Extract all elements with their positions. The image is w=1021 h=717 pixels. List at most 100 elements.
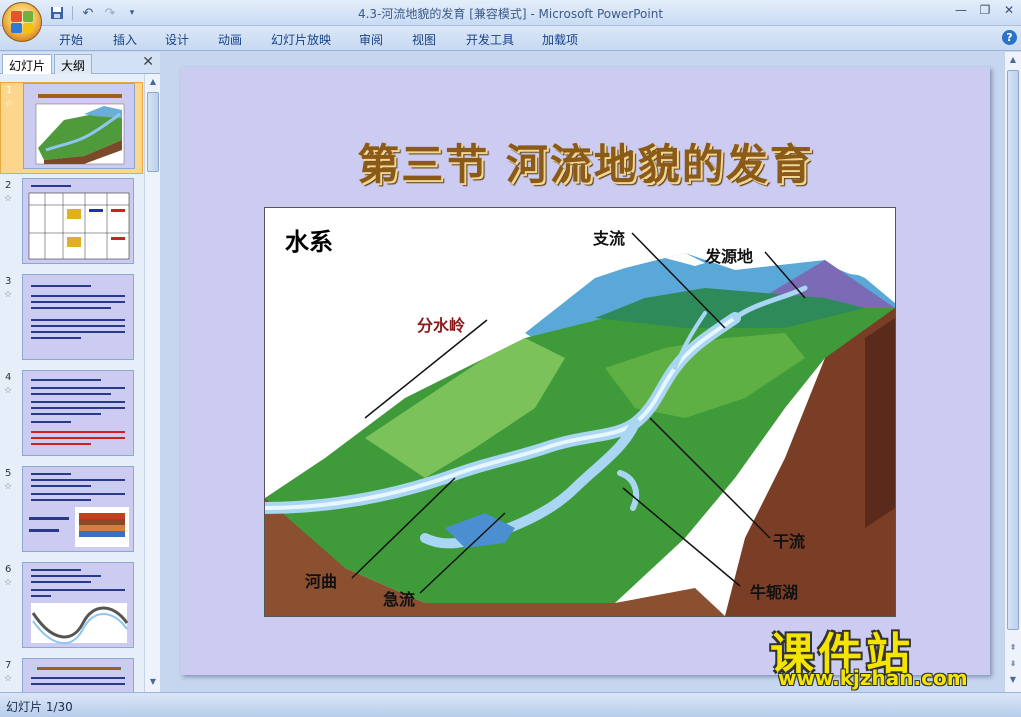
close-icon[interactable]: ✕ xyxy=(142,54,154,70)
animation-star-icon: ☆ xyxy=(4,482,13,492)
slide-thumbnail-7[interactable]: 7 ☆ xyxy=(0,658,143,692)
slide-thumbnail-5[interactable]: 5 ☆ xyxy=(0,466,143,558)
tab-review[interactable]: 审阅 xyxy=(359,31,383,48)
editor-scrollbar[interactable]: ▲ ⇞ ⇟ ▼ xyxy=(1004,52,1021,692)
ribbon-tabs: 开始 插入 设计 动画 幻灯片放映 审阅 视图 开发工具 加载项 ? xyxy=(0,26,1021,51)
tab-slides[interactable]: 幻灯片 xyxy=(2,54,53,74)
next-slide-icon[interactable]: ⇟ xyxy=(1007,658,1019,670)
animation-star-icon: ☆ xyxy=(4,578,13,588)
scrollbar-thumb[interactable] xyxy=(1007,70,1019,630)
thumb-text-line xyxy=(31,301,125,303)
scroll-down-icon[interactable]: ▼ xyxy=(1007,674,1019,686)
thumbnail-preview xyxy=(23,83,135,169)
label-source: 发源地 xyxy=(705,247,754,266)
animation-star-icon: ☆ xyxy=(4,194,13,204)
thumb-landscape-image xyxy=(35,103,125,165)
thumb-text-line xyxy=(31,437,125,439)
river-landscape-illustration xyxy=(265,232,895,616)
thumb-text-line xyxy=(31,387,125,389)
tab-addins[interactable]: 加载项 xyxy=(542,31,578,48)
watermark-url: www.kjzhan.com xyxy=(778,666,968,690)
tab-animation[interactable]: 动画 xyxy=(218,31,242,48)
thumbnail-list: 1 ☆ 2 ☆ 3 ☆ 4 ☆ 5 ☆ 6 ☆ 7 ☆ xyxy=(0,74,143,692)
tab-slideshow[interactable]: 幻灯片放映 xyxy=(271,31,331,48)
thumbnail-preview xyxy=(22,562,134,648)
window-controls: — ❐ ✕ xyxy=(949,0,1021,20)
thumb-text-line xyxy=(31,331,125,333)
thumb-text-line xyxy=(31,285,91,287)
thumb-title-bar xyxy=(37,667,121,670)
thumbnail-scrollbar[interactable]: ▲ ▼ xyxy=(144,74,160,692)
river-system-figure[interactable]: 水系 支流 发源地 分水岭 干流 河曲 急流 牛轭湖 xyxy=(264,207,896,617)
label-mainstream: 干流 xyxy=(773,532,806,551)
animation-star-icon: ☆ xyxy=(4,386,13,396)
minimize-icon[interactable]: — xyxy=(949,0,973,20)
slide-thumbnail-6[interactable]: 6 ☆ xyxy=(0,562,143,654)
scrollbar-thumb[interactable] xyxy=(147,92,159,172)
label-tributary: 支流 xyxy=(593,229,626,248)
tab-view[interactable]: 视图 xyxy=(412,31,436,48)
slide-editor: 第三节 河流地貌的发育 水系 支流 发源地 分水岭 干流 河曲 急流 牛轭湖 xyxy=(162,52,1004,692)
close-icon[interactable]: ✕ xyxy=(997,0,1021,20)
label-watershed: 分水岭 xyxy=(417,316,466,335)
thumbnail-preview xyxy=(22,178,134,264)
slide-number: 3 xyxy=(5,276,12,287)
tab-design[interactable]: 设计 xyxy=(165,31,189,48)
title-bar: ↶ ↷ ▾ 4.3-河流地貌的发育 [兼容模式] - Microsoft Pow… xyxy=(0,0,1021,42)
thumb-text-line xyxy=(31,337,81,339)
thumb-text-line xyxy=(31,307,111,309)
label-meander: 河曲 xyxy=(305,572,338,591)
thumbnail-preview xyxy=(22,274,134,360)
slide-number: 4 xyxy=(5,372,12,383)
previous-slide-icon[interactable]: ⇞ xyxy=(1007,642,1019,654)
thumb-strata-image xyxy=(29,507,129,547)
thumb-text-line xyxy=(31,325,125,327)
tab-developer[interactable]: 开发工具 xyxy=(466,31,514,48)
scroll-up-icon[interactable]: ▲ xyxy=(147,76,159,88)
label-oxbow-lake: 牛轭湖 xyxy=(750,583,799,602)
thumbnail-preview xyxy=(22,658,134,692)
thumb-text-line xyxy=(31,413,101,415)
animation-star-icon: ☆ xyxy=(4,290,13,300)
thumb-meander-image xyxy=(31,603,129,645)
slide-canvas[interactable]: 第三节 河流地貌的发育 水系 支流 发源地 分水岭 干流 河曲 急流 牛轭湖 xyxy=(181,67,990,675)
figure-title: 水系 xyxy=(285,228,333,256)
pane-tabs: 幻灯片 大纲 ✕ xyxy=(0,52,160,74)
label-rapids: 急流 xyxy=(383,590,416,609)
thumb-table-image xyxy=(28,192,130,260)
thumb-text-line xyxy=(31,393,111,395)
animation-star-icon: ☆ xyxy=(5,99,14,109)
thumb-text-line xyxy=(31,407,125,409)
slide-title[interactable]: 第三节 河流地貌的发育 xyxy=(181,131,990,192)
tab-insert[interactable]: 插入 xyxy=(113,31,137,48)
slide-thumbnail-1[interactable]: 1 ☆ xyxy=(0,82,143,174)
status-bar: 幻灯片 1/30 xyxy=(0,692,1021,717)
thumb-text-line xyxy=(31,421,71,423)
tab-home[interactable]: 开始 xyxy=(59,31,83,48)
slide-number: 5 xyxy=(5,468,12,479)
slide-counter: 幻灯片 1/30 xyxy=(6,700,73,714)
slide-thumbnail-4[interactable]: 4 ☆ xyxy=(0,370,143,462)
tab-outline[interactable]: 大纲 xyxy=(54,54,93,74)
restore-icon[interactable]: ❐ xyxy=(973,0,997,20)
animation-star-icon: ☆ xyxy=(4,674,13,684)
thumb-text-line xyxy=(31,443,91,445)
thumb-text-line xyxy=(31,379,101,381)
slide-number: 7 xyxy=(5,660,12,671)
office-button[interactable] xyxy=(2,2,42,42)
slide-number: 1 xyxy=(6,85,13,96)
help-icon[interactable]: ? xyxy=(1002,30,1017,45)
thumb-text-line xyxy=(31,295,125,297)
slides-pane: 幻灯片 大纲 ✕ 1 ☆ 2 ☆ 3 ☆ 4 ☆ 5 ☆ 6 ☆ 7 ☆ ▲ ▼ xyxy=(0,52,160,692)
thumb-text-line xyxy=(31,319,125,321)
thumb-text-line xyxy=(31,683,125,685)
slide-thumbnail-2[interactable]: 2 ☆ xyxy=(0,178,143,270)
window-title: 4.3-河流地貌的发育 [兼容模式] - Microsoft PowerPoin… xyxy=(357,7,664,21)
slide-thumbnail-3[interactable]: 3 ☆ xyxy=(0,274,143,366)
thumb-text-line xyxy=(31,431,125,433)
scroll-up-icon[interactable]: ▲ xyxy=(1007,54,1019,66)
thumb-text-line xyxy=(31,401,125,403)
scroll-down-icon[interactable]: ▼ xyxy=(147,676,159,688)
slide-number: 6 xyxy=(5,564,12,575)
thumbnail-preview xyxy=(22,370,134,456)
